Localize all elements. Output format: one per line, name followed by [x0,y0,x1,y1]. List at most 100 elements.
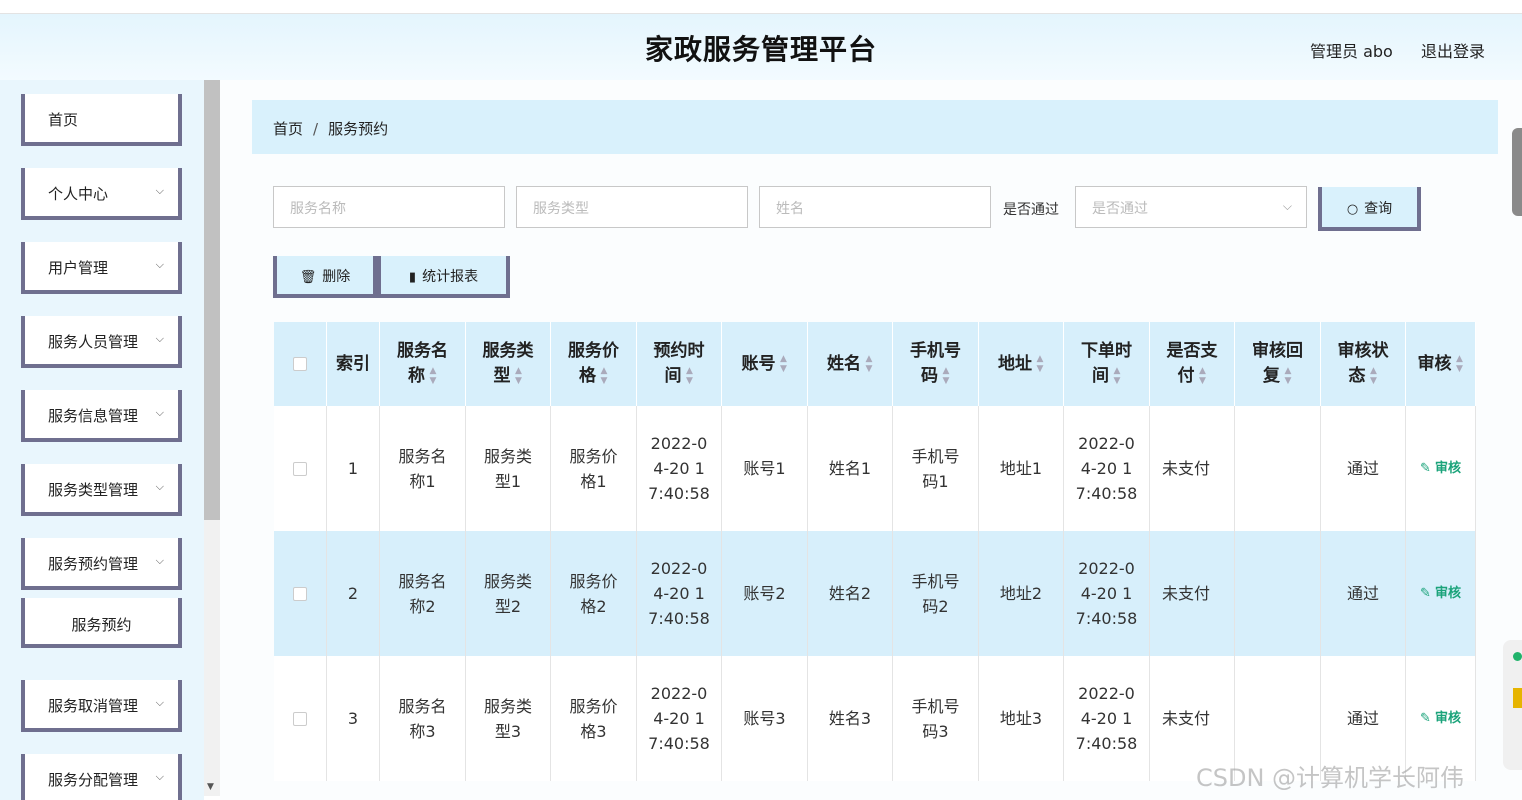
column-header[interactable]: 地址 ▲▼ [979,322,1064,406]
sort-icon[interactable]: ▲▼ [1455,354,1465,374]
column-header[interactable]: 索引 [327,322,380,406]
cell-text: 1 [347,459,359,478]
audit-button[interactable]: ✎ 审核 [1420,581,1461,606]
sort-icon[interactable]: ▲▼ [1283,366,1293,386]
sidebar-item[interactable]: 用户管理 ⌵ [21,242,182,294]
column-header-text: 是否支付 [1166,341,1218,386]
delete-button[interactable]: 🗑 删除 [273,256,377,298]
sort-icon[interactable]: ▲▼ [864,354,874,374]
approved-select[interactable]: 是否通过 ⌵ [1075,186,1307,228]
column-header[interactable]: 手机号码 ▲▼ [893,322,979,406]
table-cell-service-type: 服务类型1 [466,406,551,531]
sidebar-subitem-service-appointment[interactable]: 服务预约 [21,598,182,648]
column-header-label: 姓名 ▲▼ [820,352,880,377]
sort-icon[interactable]: ▲▼ [1035,354,1045,374]
main-content: 首页 / 服务预约 服务名称 服务类型 姓名 是否通过 是否通过 ⌵ ○ 查询 🗑 删除… [220,80,1522,800]
sort-icon[interactable]: ▲▼ [1369,366,1379,386]
audit-button-label: 审核 [1434,711,1461,726]
breadcrumb-current: 服务预约 [328,120,389,138]
table-cell-account: 账号3 [722,656,808,781]
sort-icon[interactable]: ▲▼ [941,366,951,386]
column-header-text: 审核状态 [1337,341,1389,386]
sidebar-item-label: 个人中心 [48,185,109,203]
sidebar-scrollbar[interactable]: ▼ [204,80,220,796]
column-header-text: 手机号码 [910,341,961,386]
audit-button[interactable]: ✎ 审核 [1420,456,1461,481]
logout-link[interactable]: 退出登录 [1421,38,1485,62]
table-header: 索引 服务名称 ▲▼ 服务类型 ▲▼ 服务价格 ▲▼ 预约时间 ▲▼ 账号 ▲▼ 姓名 ▲▼ 手机号码 ▲▼… [274,322,1476,406]
table-cell-address: 地址1 [979,406,1064,531]
scroll-down-arrow-icon[interactable]: ▼ [207,782,214,792]
table-cell-account: 账号1 [722,406,808,531]
cell-text: 2022-04-20 17:40:58 [648,684,710,753]
breadcrumb-separator: / [313,120,319,138]
column-header-text: 服务类型 [482,341,534,386]
table-cell-service-name: 服务名称2 [380,531,466,656]
cell-text: 地址1 [999,459,1043,478]
app-header: 家政服务管理平台 管理员 abo 退出登录 [0,14,1522,80]
row-checkbox[interactable] [293,586,307,601]
name-input[interactable]: 姓名 [759,186,991,228]
cell-text: 服务名称3 [398,696,447,741]
column-header[interactable]: 预约时间 ▲▼ [637,322,722,406]
column-header[interactable]: 账号 ▲▼ [722,322,808,406]
column-header[interactable]: 姓名 ▲▼ [808,322,893,406]
audit-button[interactable]: ✎ 审核 [1420,706,1461,731]
sidebar-item[interactable]: 服务人员管理 ⌵ [21,316,182,368]
bar-chart-icon: ▮ [408,270,417,285]
column-header[interactable]: 审核回复 ▲▼ [1235,322,1321,406]
scrollbar-thumb[interactable] [204,80,220,520]
service-name-input[interactable]: 服务名称 [273,186,505,228]
sidebar-item[interactable]: 服务类型管理 ⌵ [21,464,182,516]
browser-top-strip [0,0,1522,14]
breadcrumb-home[interactable]: 首页 [273,120,303,138]
service-type-input[interactable]: 服务类型 [516,186,748,228]
column-header[interactable]: 审核状态 ▲▼ [1321,322,1406,406]
cell-text: 服务类型2 [483,571,532,616]
column-header[interactable]: 是否支付 ▲▼ [1150,322,1235,406]
trash-icon: 🗑 [299,270,317,285]
column-header[interactable]: 下单时间 ▲▼ [1064,322,1150,406]
select-all-checkbox[interactable] [293,357,307,371]
column-header-label: 是否支付 ▲▼ [1162,339,1222,389]
sort-icon[interactable]: ▲▼ [599,366,609,386]
floating-widget[interactable] [1503,640,1522,770]
cell-text: 2022-04-20 17:40:58 [648,559,710,628]
row-checkbox[interactable] [293,461,307,476]
table-cell-index: 3 [327,656,380,781]
cell-text: 地址3 [999,709,1043,728]
search-button[interactable]: ○ 查询 [1318,187,1421,231]
sidebar-item[interactable]: 服务取消管理 ⌵ [21,680,182,732]
column-header[interactable]: 审核 ▲▼ [1406,322,1476,406]
column-header[interactable]: 服务名称 ▲▼ [380,322,466,406]
column-header[interactable]: 服务类型 ▲▼ [466,322,551,406]
side-scroll-tab[interactable] [1512,128,1522,216]
table-cell-paid: 未支付 [1150,531,1235,656]
sidebar-item-label: 服务类型管理 [48,481,139,499]
sort-icon[interactable]: ▲▼ [1112,366,1122,386]
sidebar-item[interactable]: 个人中心 ⌵ [21,168,182,220]
report-button[interactable]: ▮ 统计报表 [377,256,510,298]
table-cell-appointment-time: 2022-04-20 17:40:58 [637,406,722,531]
sort-icon[interactable]: ▲▼ [779,354,789,374]
chevron-down-icon: ⌵ [155,406,164,419]
sort-icon[interactable]: ▲▼ [514,366,524,386]
sidebar-item-label: 服务信息管理 [48,407,139,425]
sort-icon[interactable]: ▲▼ [1198,366,1208,386]
sort-icon[interactable]: ▲▼ [685,366,695,386]
sidebar-item[interactable]: 服务分配管理 ⌵ [21,754,182,800]
row-checkbox[interactable] [293,711,307,726]
table-cell-name: 姓名3 [808,656,893,781]
column-header[interactable]: 服务价格 ▲▼ [551,322,637,406]
table-cell-order-time: 2022-04-20 17:40:58 [1064,656,1150,781]
cell-text: 通过 [1346,709,1379,728]
cell-text: 姓名1 [828,459,872,478]
sort-icon[interactable]: ▲▼ [428,366,438,386]
sidebar-item[interactable]: 服务信息管理 ⌵ [21,390,182,442]
chevron-down-icon: ⌵ [155,770,164,783]
sidebar-item[interactable]: 首页 [21,94,182,146]
table-cell-phone: 手机号码2 [893,531,979,656]
sidebar-item[interactable]: 服务预约管理 ⌵ [21,538,182,590]
column-header-text: 审核回复 [1252,341,1303,386]
chevron-down-icon: ⌵ [155,184,164,197]
